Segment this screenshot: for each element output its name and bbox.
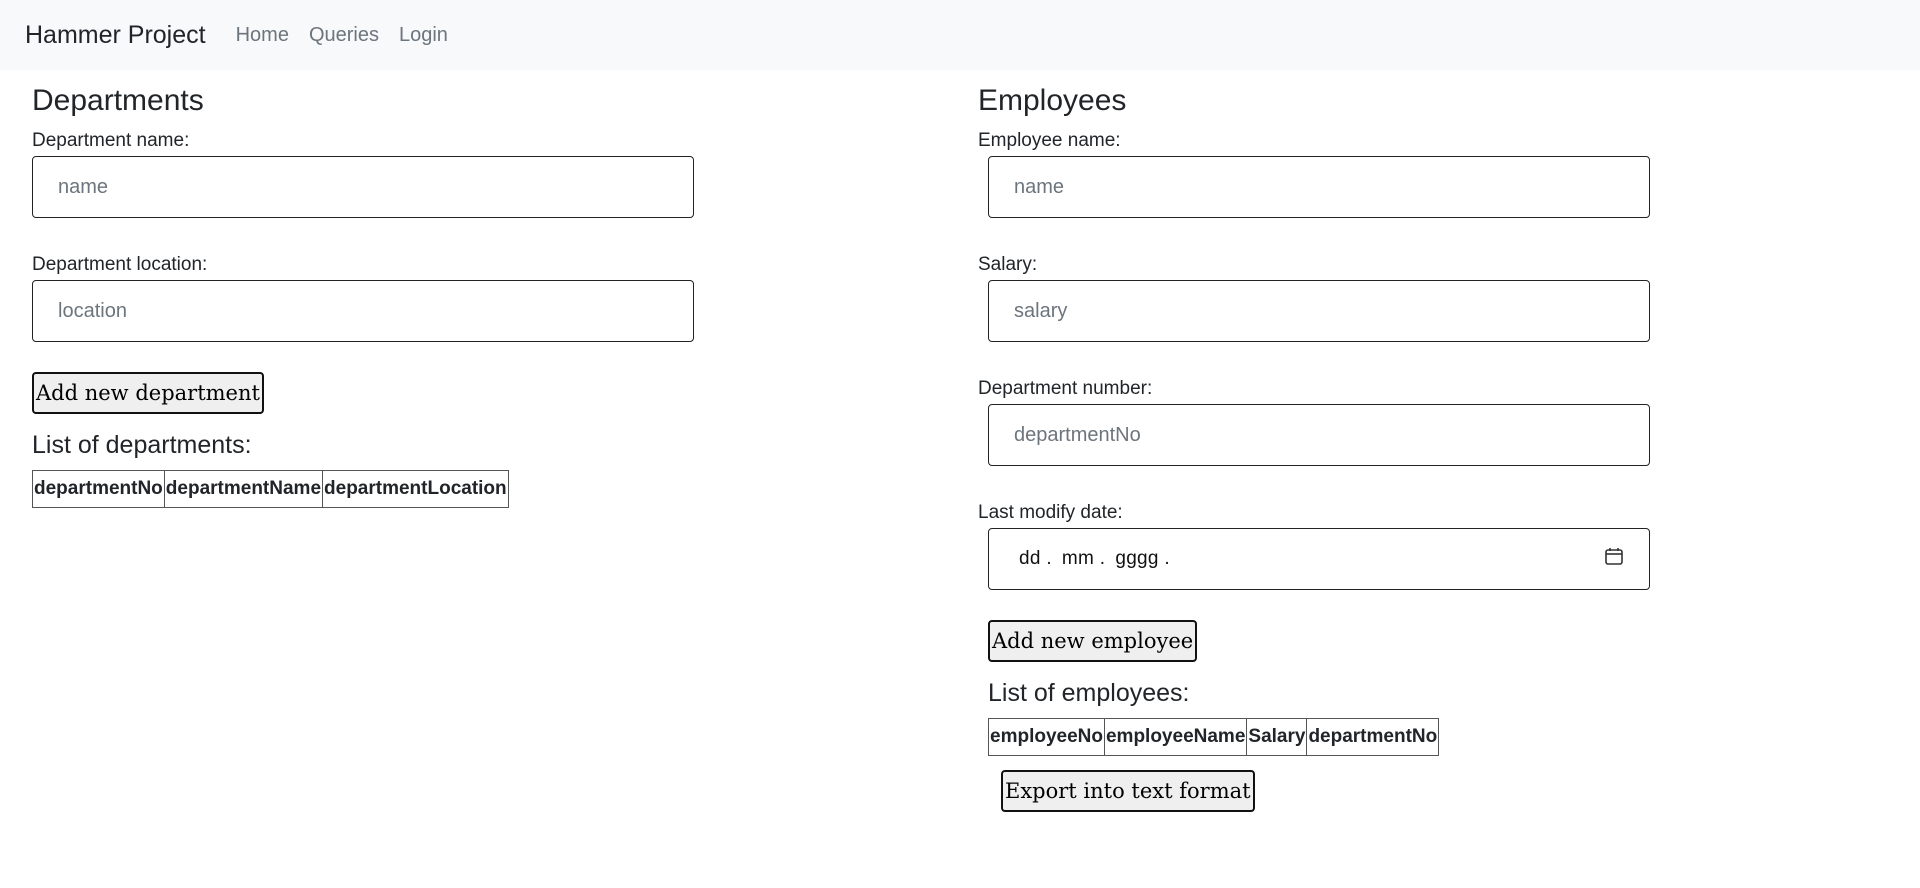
employee-list-title: List of employees: [988,679,1190,707]
employee-name-input[interactable] [988,156,1650,218]
department-number-label: Department number: [978,378,1153,399]
table-header-row: employeeNo employeeName Salary departmen… [988,718,1440,756]
column-header-employee-name: employeeName [1103,718,1248,756]
column-header-department-location: departmentLocation [322,470,509,508]
employees-section: Employees Employee name: Salary: Departm… [978,70,1738,812]
departments-section: Departments Department name: Department … [32,70,732,508]
column-header-salary: Salary [1246,718,1308,756]
table-header-row: departmentNo departmentName departmentLo… [32,470,509,508]
last-modify-date-label: Last modify date: [978,502,1123,523]
column-header-department-no: departmentNo [1306,718,1440,756]
department-list-title: List of departments: [32,431,252,459]
nav-link-queries[interactable]: Queries [309,24,379,47]
column-header-department-name: departmentName [163,470,324,508]
department-number-input[interactable] [988,404,1650,466]
navbar: Hammer Project Home Queries Login [0,0,1920,70]
add-employee-button[interactable]: Add new employee [988,620,1198,662]
navbar-brand[interactable]: Hammer Project [25,21,206,50]
salary-label: Salary: [978,254,1038,275]
employees-title: Employees [978,84,1127,117]
departments-title: Departments [32,84,204,117]
export-text-button[interactable]: Export into text format [1001,770,1255,812]
add-department-button[interactable]: Add new department [32,372,264,414]
last-modify-date-input[interactable]: dd . mm . gggg . [988,528,1650,590]
date-year-segment[interactable]: gggg . [1115,548,1170,569]
nav-link-login[interactable]: Login [399,24,448,47]
department-location-input[interactable] [32,280,694,342]
employees-table: employeeNo employeeName Salary departmen… [988,718,1440,756]
salary-input[interactable] [988,280,1650,342]
column-header-department-no: departmentNo [32,470,165,508]
departments-table: departmentNo departmentName departmentLo… [32,470,509,508]
column-header-employee-no: employeeNo [988,718,1105,756]
department-name-input[interactable] [32,156,694,218]
date-placeholder: dd . mm . gggg . [1019,548,1180,570]
calendar-icon[interactable] [1604,546,1624,572]
department-location-label: Department location: [32,254,208,275]
date-month-segment[interactable]: mm . [1062,548,1105,569]
employee-name-label: Employee name: [978,130,1121,151]
date-day-segment[interactable]: dd . [1019,548,1052,569]
department-name-label: Department name: [32,130,190,151]
nav-link-home[interactable]: Home [236,24,289,47]
